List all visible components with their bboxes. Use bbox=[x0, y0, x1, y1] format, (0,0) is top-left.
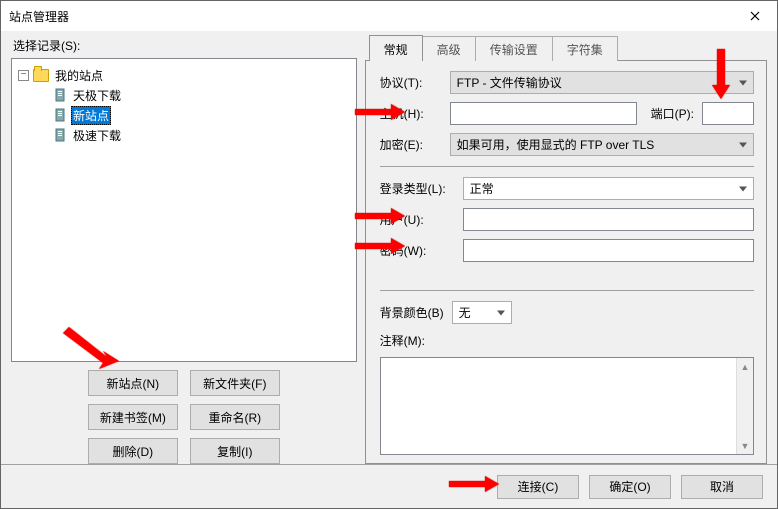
encryption-combo[interactable]: 如果可用，使用显式的 FTP over TLS bbox=[450, 133, 754, 156]
encryption-value: 如果可用，使用显式的 FTP over TLS bbox=[457, 136, 655, 153]
logon-row: 登录类型(L): 正常 bbox=[380, 177, 754, 200]
close-button[interactable] bbox=[732, 1, 777, 31]
password-label: 密码(W): bbox=[380, 242, 455, 259]
user-row: 用户(U): bbox=[380, 208, 754, 231]
tab-charset[interactable]: 字符集 bbox=[552, 36, 618, 61]
tab-transfer[interactable]: 传输设置 bbox=[475, 36, 553, 61]
site-manager-window: 站点管理器 选择记录(S): − 我的站点 天极下载 bbox=[0, 0, 778, 509]
host-row: 主机(H): 端口(P): bbox=[380, 102, 754, 125]
tree-item-label: 极速下载 bbox=[71, 126, 123, 145]
tree-root-row[interactable]: − 我的站点 bbox=[16, 65, 352, 85]
notes-textarea[interactable]: ▲ ▼ bbox=[380, 357, 754, 455]
scroll-down-icon[interactable]: ▼ bbox=[737, 437, 753, 454]
right-pane: 常规 高级 传输设置 字符集 协议(T): FTP - 文件传输协议 主机(H)… bbox=[365, 37, 767, 464]
logon-combo[interactable]: 正常 bbox=[463, 177, 754, 200]
port-input[interactable] bbox=[702, 102, 754, 125]
cancel-button[interactable]: 取消 bbox=[681, 475, 763, 499]
server-icon bbox=[53, 88, 67, 102]
tree-item[interactable]: 新站点 bbox=[16, 105, 352, 125]
password-input[interactable] bbox=[463, 239, 754, 262]
left-pane: 选择记录(S): − 我的站点 天极下载 新站点 bbox=[11, 37, 357, 464]
new-bookmark-button[interactable]: 新建书签(M) bbox=[88, 404, 178, 430]
chevron-down-icon bbox=[497, 310, 505, 315]
tab-advanced[interactable]: 高级 bbox=[422, 36, 476, 61]
user-input[interactable] bbox=[463, 208, 754, 231]
new-site-button[interactable]: 新站点(N) bbox=[88, 370, 178, 396]
protocol-combo[interactable]: FTP - 文件传输协议 bbox=[450, 71, 754, 94]
protocol-label: 协议(T): bbox=[380, 74, 442, 91]
ok-button[interactable]: 确定(O) bbox=[589, 475, 671, 499]
tree-root-label: 我的站点 bbox=[53, 66, 105, 85]
chevron-down-icon bbox=[739, 80, 747, 85]
host-label: 主机(H): bbox=[380, 105, 442, 122]
divider bbox=[380, 166, 754, 167]
tree-item-label: 天极下载 bbox=[71, 86, 123, 105]
password-row: 密码(W): bbox=[380, 239, 754, 262]
content-area: 选择记录(S): − 我的站点 天极下载 新站点 bbox=[1, 31, 777, 464]
logon-value: 正常 bbox=[470, 180, 494, 197]
connect-button[interactable]: 连接(C) bbox=[497, 475, 579, 499]
host-input[interactable] bbox=[450, 102, 637, 125]
tree-item[interactable]: 天极下载 bbox=[16, 85, 352, 105]
left-buttons: 新站点(N) 新文件夹(F) 新建书签(M) 重命名(R) 删除(D) 复制(I… bbox=[11, 370, 357, 464]
tree-item[interactable]: 极速下载 bbox=[16, 125, 352, 145]
collapse-toggle[interactable]: − bbox=[18, 70, 29, 81]
server-icon bbox=[53, 128, 67, 142]
divider bbox=[380, 290, 754, 291]
copy-button[interactable]: 复制(I) bbox=[190, 438, 280, 464]
close-icon bbox=[750, 11, 760, 21]
notes-label: 注释(M): bbox=[380, 332, 754, 349]
tab-panel-general: 协议(T): FTP - 文件传输协议 主机(H): 端口(P): 加密(E):… bbox=[365, 60, 767, 464]
notes-wrap: ▲ ▼ bbox=[380, 357, 754, 455]
chevron-down-icon bbox=[739, 142, 747, 147]
titlebar: 站点管理器 bbox=[1, 1, 777, 31]
logon-label: 登录类型(L): bbox=[380, 180, 455, 197]
window-title: 站点管理器 bbox=[9, 8, 69, 25]
bgcolor-combo[interactable]: 无 bbox=[452, 301, 512, 324]
tab-general[interactable]: 常规 bbox=[369, 35, 423, 61]
site-tree[interactable]: − 我的站点 天极下载 新站点 极速下载 bbox=[11, 58, 357, 362]
delete-button[interactable]: 删除(D) bbox=[88, 438, 178, 464]
tab-bar: 常规 高级 传输设置 字符集 bbox=[365, 37, 767, 61]
encryption-label: 加密(E): bbox=[380, 136, 442, 153]
bgcolor-row: 背景颜色(B) 无 bbox=[380, 301, 754, 324]
tree-item-label: 新站点 bbox=[71, 106, 111, 125]
bgcolor-value: 无 bbox=[459, 304, 471, 321]
protocol-row: 协议(T): FTP - 文件传输协议 bbox=[380, 71, 754, 94]
chevron-down-icon bbox=[739, 186, 747, 191]
new-folder-button[interactable]: 新文件夹(F) bbox=[190, 370, 280, 396]
bottom-bar: 连接(C) 确定(O) 取消 bbox=[1, 464, 777, 508]
port-label: 端口(P): bbox=[651, 105, 694, 122]
rename-button[interactable]: 重命名(R) bbox=[190, 404, 280, 430]
bgcolor-label: 背景颜色(B) bbox=[380, 304, 444, 321]
user-label: 用户(U): bbox=[380, 211, 455, 228]
select-record-label: 选择记录(S): bbox=[13, 37, 357, 54]
protocol-value: FTP - 文件传输协议 bbox=[457, 74, 562, 91]
server-icon bbox=[53, 108, 67, 122]
encryption-row: 加密(E): 如果可用，使用显式的 FTP over TLS bbox=[380, 133, 754, 156]
scrollbar[interactable]: ▲ ▼ bbox=[736, 358, 753, 454]
folder-icon bbox=[33, 69, 49, 82]
scroll-up-icon[interactable]: ▲ bbox=[737, 358, 753, 375]
